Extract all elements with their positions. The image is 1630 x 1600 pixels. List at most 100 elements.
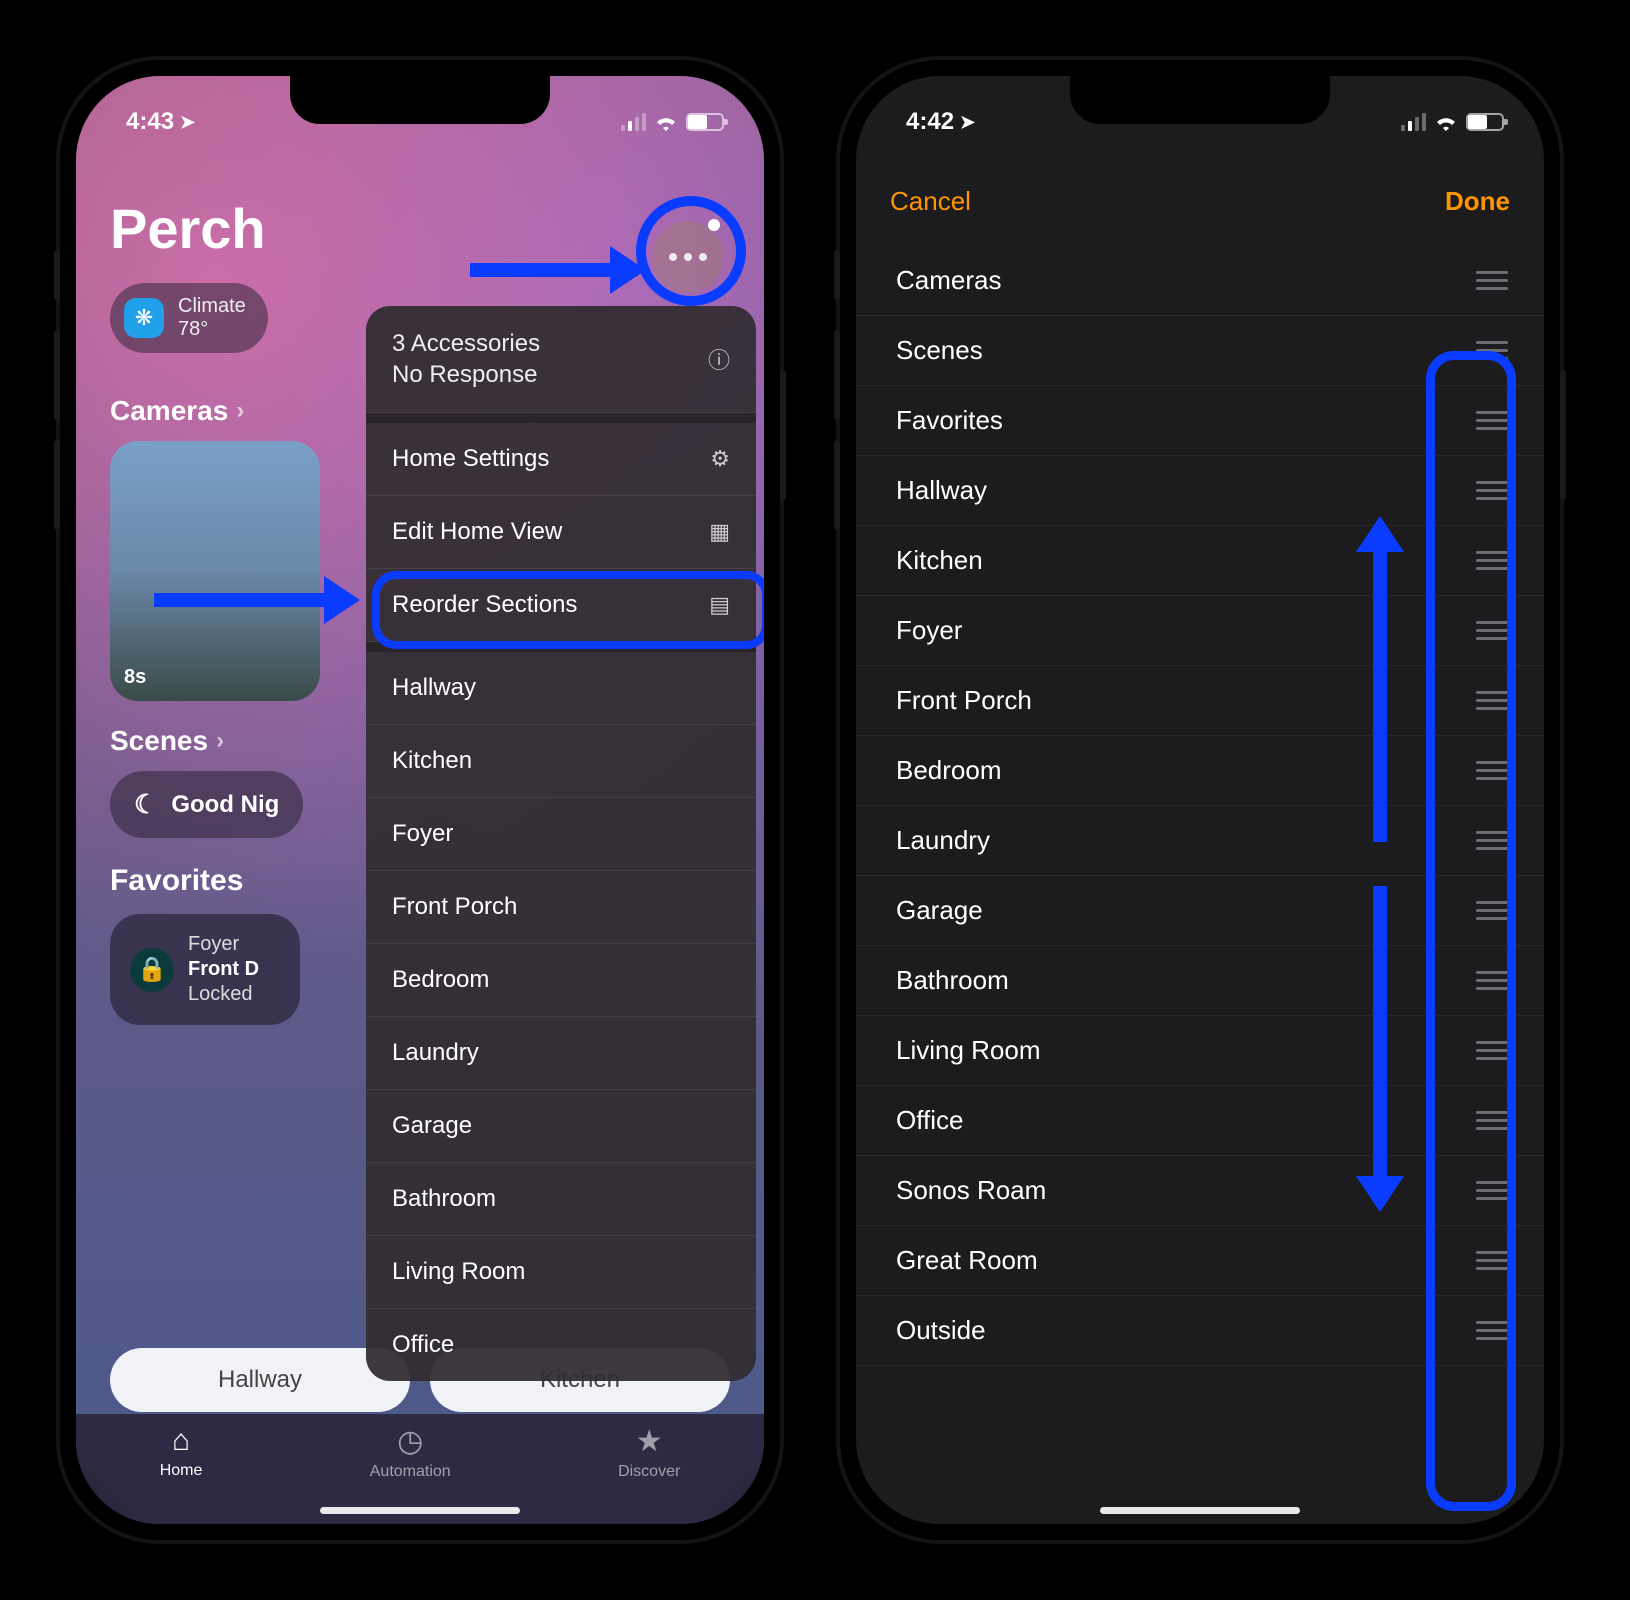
fan-icon: ❋ bbox=[124, 298, 164, 338]
home-name: Perch bbox=[110, 196, 730, 261]
drag-handle-icon[interactable] bbox=[1476, 691, 1508, 710]
drag-handle-icon[interactable] bbox=[1476, 1111, 1508, 1130]
moon-icon: ☾ bbox=[134, 789, 157, 820]
clock-label: 4:42 bbox=[906, 108, 954, 136]
menu-room[interactable]: Laundry bbox=[366, 1017, 756, 1090]
clock-label: 4:43 bbox=[126, 108, 174, 136]
row-label: Garage bbox=[896, 895, 983, 926]
chevron-right-icon: › bbox=[216, 727, 224, 755]
drag-handle-icon[interactable] bbox=[1476, 1321, 1508, 1340]
drag-handle-icon[interactable] bbox=[1476, 341, 1508, 360]
menu-room[interactable]: Front Porch bbox=[366, 871, 756, 944]
list-item[interactable]: Office bbox=[856, 1086, 1544, 1156]
row-label: Great Room bbox=[896, 1245, 1038, 1276]
list-item[interactable]: Bedroom bbox=[856, 736, 1544, 806]
menu-status-row[interactable]: 3 Accessories No Response ⓘ bbox=[366, 306, 756, 413]
drag-handle-icon[interactable] bbox=[1476, 761, 1508, 780]
menu-label: Laundry bbox=[392, 1039, 479, 1067]
cancel-button[interactable]: Cancel bbox=[890, 186, 971, 217]
reorder-list: Cameras Scenes Favorites Hallway Kitchen… bbox=[856, 246, 1544, 1524]
drag-handle-icon[interactable] bbox=[1476, 1251, 1508, 1270]
list-item[interactable]: Living Room bbox=[856, 1016, 1544, 1086]
list-item[interactable]: Foyer bbox=[856, 596, 1544, 666]
row-label: Front Porch bbox=[896, 685, 1032, 716]
list-item[interactable]: Outside bbox=[856, 1296, 1544, 1366]
tab-discover[interactable]: ★ Discover bbox=[618, 1424, 680, 1481]
room-pill[interactable]: Hallway bbox=[110, 1348, 410, 1412]
row-label: Kitchen bbox=[896, 545, 983, 576]
list-item[interactable]: Scenes bbox=[856, 316, 1544, 386]
list-item[interactable]: Hallway bbox=[856, 456, 1544, 526]
grid-icon: ▦ bbox=[709, 519, 730, 545]
battery-icon bbox=[686, 113, 724, 131]
home-context-menu: 3 Accessories No Response ⓘ Home Setting… bbox=[366, 306, 756, 1381]
drag-handle-icon[interactable] bbox=[1476, 481, 1508, 500]
modal-nav: Cancel Done bbox=[856, 166, 1544, 236]
menu-room[interactable]: Foyer bbox=[366, 798, 756, 871]
phone-frame-left: 4:43 ➤ Perch ❋ Climate 78° bbox=[60, 60, 780, 1540]
menu-label: Living Room bbox=[392, 1258, 525, 1286]
tab-automation[interactable]: ◷ Automation bbox=[370, 1424, 451, 1481]
climate-temp: 78° bbox=[178, 318, 246, 341]
drag-handle-icon[interactable] bbox=[1476, 1181, 1508, 1200]
row-label: Favorites bbox=[896, 405, 1003, 436]
chevron-right-icon: › bbox=[236, 397, 244, 425]
list-item[interactable]: Favorites bbox=[856, 386, 1544, 456]
more-button[interactable] bbox=[652, 221, 724, 293]
drag-handle-icon[interactable] bbox=[1476, 1041, 1508, 1060]
menu-room[interactable]: Garage bbox=[366, 1090, 756, 1163]
fav-room: Foyer bbox=[188, 933, 239, 955]
menu-reorder-sections[interactable]: Reorder Sections ▤ bbox=[366, 569, 756, 642]
tab-home[interactable]: ⌂ Home bbox=[160, 1424, 203, 1480]
row-label: Hallway bbox=[896, 475, 987, 506]
list-item[interactable]: Kitchen bbox=[856, 526, 1544, 596]
star-icon: ★ bbox=[636, 1424, 663, 1459]
menu-home-settings[interactable]: Home Settings ⚙ bbox=[366, 423, 756, 496]
notch bbox=[290, 76, 550, 124]
done-button[interactable]: Done bbox=[1445, 186, 1510, 217]
fav-name: Front D bbox=[188, 957, 259, 982]
drag-handle-icon[interactable] bbox=[1476, 901, 1508, 920]
drag-handle-icon[interactable] bbox=[1476, 551, 1508, 570]
menu-separator bbox=[366, 642, 756, 652]
status-time: 4:43 ➤ bbox=[126, 108, 195, 136]
notch bbox=[1070, 76, 1330, 124]
menu-label: Home Settings bbox=[392, 445, 549, 473]
menu-status-text: 3 Accessories No Response bbox=[392, 328, 540, 390]
list-item[interactable]: Cameras bbox=[856, 246, 1544, 316]
location-icon: ➤ bbox=[960, 112, 975, 133]
menu-label: Bathroom bbox=[392, 1185, 496, 1213]
climate-label: Climate bbox=[178, 295, 246, 318]
menu-label: Reorder Sections bbox=[392, 591, 577, 619]
menu-edit-home-view[interactable]: Edit Home View ▦ bbox=[366, 496, 756, 569]
row-label: Bedroom bbox=[896, 755, 1002, 786]
menu-room[interactable]: Bedroom bbox=[366, 944, 756, 1017]
list-item[interactable]: Bathroom bbox=[856, 946, 1544, 1016]
drag-handle-icon[interactable] bbox=[1476, 411, 1508, 430]
fav-state: Locked bbox=[188, 983, 253, 1005]
menu-room[interactable]: Kitchen bbox=[366, 725, 756, 798]
favorite-lock-card[interactable]: 🔒 Foyer Front D Locked bbox=[110, 914, 300, 1025]
climate-pill[interactable]: ❋ Climate 78° bbox=[110, 283, 268, 353]
menu-room[interactable]: Living Room bbox=[366, 1236, 756, 1309]
menu-room[interactable]: Office bbox=[366, 1309, 756, 1381]
drag-handle-icon[interactable] bbox=[1476, 831, 1508, 850]
scene-good-night[interactable]: ☾ Good Nig bbox=[110, 771, 303, 838]
camera-thumbnail[interactable]: 8s bbox=[110, 441, 320, 701]
menu-label: Front Porch bbox=[392, 893, 517, 921]
tab-label: Home bbox=[160, 1462, 203, 1480]
list-item[interactable]: Great Room bbox=[856, 1226, 1544, 1296]
tab-label: Discover bbox=[618, 1463, 680, 1481]
list-item[interactable]: Laundry bbox=[856, 806, 1544, 876]
favorite-text: Foyer Front D Locked bbox=[188, 932, 259, 1007]
menu-room[interactable]: Hallway bbox=[366, 652, 756, 725]
section-title: Scenes bbox=[110, 725, 208, 757]
section-title: Cameras bbox=[110, 395, 228, 427]
list-item[interactable]: Front Porch bbox=[856, 666, 1544, 736]
list-item[interactable]: Sonos Roam bbox=[856, 1156, 1544, 1226]
drag-handle-icon[interactable] bbox=[1476, 971, 1508, 990]
menu-room[interactable]: Bathroom bbox=[366, 1163, 756, 1236]
drag-handle-icon[interactable] bbox=[1476, 271, 1508, 290]
list-item[interactable]: Garage bbox=[856, 876, 1544, 946]
drag-handle-icon[interactable] bbox=[1476, 621, 1508, 640]
